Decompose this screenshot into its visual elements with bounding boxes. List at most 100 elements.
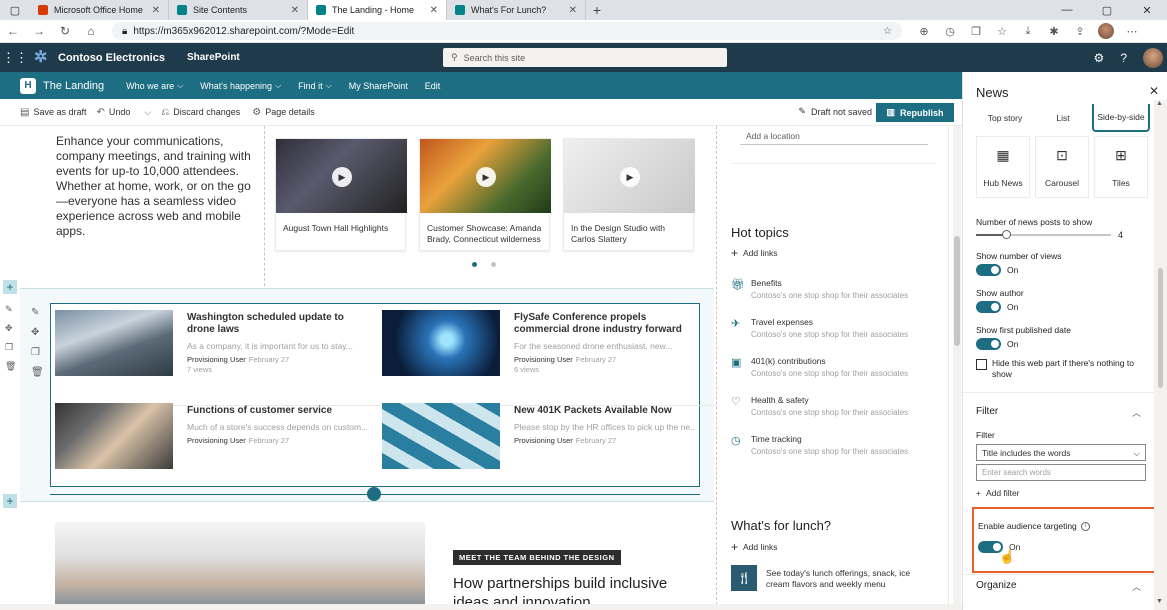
home-icon[interactable]: ⌂ [78,24,104,38]
site-title[interactable]: The Landing [43,80,104,92]
video-card[interactable]: ▶ August Town Hall Highlights [275,138,407,251]
favorite-star-icon[interactable]: ☆ [883,26,892,37]
undo-dropdown-icon[interactable]: ⌵ [144,107,151,118]
tab-actions-icon[interactable]: ▢ [0,0,30,20]
more-icon[interactable]: ⋯ [1124,25,1140,38]
nav-find-it[interactable]: Find it ⌵ [298,81,332,91]
duplicate-section-icon[interactable]: ❐ [5,342,16,353]
chevron-up-icon[interactable]: ︿ [1132,580,1141,593]
pane-scrollbar-thumb[interactable] [1158,268,1163,388]
browser-tab[interactable]: What's For Lunch? ✕ [447,0,586,20]
list-item[interactable]: ✈ Travel expenses Contoso's one stop sho… [731,315,931,354]
scroll-down-icon[interactable]: ▼ [1156,598,1163,605]
news-title[interactable]: FlySafe Conference propels commercial dr… [514,312,694,336]
nav-my-sharepoint[interactable]: My SharePoint [349,81,408,91]
edit-section-icon[interactable]: ✎ [5,304,16,315]
video-card[interactable]: ▶ In the Design Studio with Carlos Slatt… [563,138,695,251]
show-author-toggle[interactable]: On [976,301,1018,313]
canvas-scrollbar[interactable] [953,126,961,610]
news-item[interactable]: FlySafe Conference propels commercial dr… [378,304,688,376]
num-posts-slider[interactable] [976,230,1111,239]
news-webpart[interactable]: Washington scheduled update to drone law… [50,303,718,487]
discard-button[interactable]: ⎌ Discard changes [161,107,240,118]
close-icon[interactable]: ✕ [569,5,577,16]
delete-section-icon[interactable]: 🗑︎ [5,361,16,372]
list-item[interactable]: ♡ Health & safety Contoso's one stop sho… [731,393,931,432]
back-icon[interactable]: ← [0,24,26,38]
carousel-dot[interactable] [472,262,477,267]
browser-profile-avatar[interactable] [1098,23,1114,39]
play-icon[interactable]: ▶ [332,167,352,187]
play-icon[interactable]: ▶ [620,167,640,187]
collections-icon[interactable]: ⊕ [916,25,932,38]
news-item[interactable]: Washington scheduled update to drone law… [51,304,361,376]
downloads-icon[interactable]: ⤓ [1020,25,1036,38]
news-item[interactable]: New 401K Packets Available Now Please st… [378,397,694,469]
layout-tiles-option[interactable]: ⊞ Tiles [1094,136,1148,198]
slider-thumb[interactable] [1002,230,1011,239]
add-section-plus-icon[interactable]: + [3,280,17,294]
close-icon[interactable]: ✕ [430,5,438,16]
undo-button[interactable]: ↶ Undo [96,107,130,118]
carousel-dot[interactable] [491,262,496,267]
news-item[interactable]: Functions of customer service Much of a … [51,397,367,469]
news-title[interactable]: Functions of customer service [187,405,367,417]
favorites-icon[interactable]: ☆ [994,25,1010,38]
video-card[interactable]: ▶ Customer Showcase: Amanda Brady, Conne… [419,138,551,251]
url-field[interactable]: 🔒︎ https://m365x962012.sharepoint.com/?M… [112,22,902,40]
list-item[interactable]: ▣ 401(k) contributions Contoso's one sto… [731,354,931,393]
save-draft-button[interactable]: ▤ Save as draft [20,107,86,118]
minimize-icon[interactable]: — [1047,0,1087,20]
list-item[interactable]: ◷ Time tracking Contoso's one stop shop … [731,432,931,471]
app-launcher-icon[interactable]: ⋮⋮ [0,50,30,66]
lunch-add-links[interactable]: + Add links [731,540,778,554]
layout-top-story[interactable]: Top story [976,104,1034,132]
resize-handle[interactable] [367,487,381,501]
organize-section-header[interactable]: Organize [976,580,1017,591]
refresh-icon[interactable]: ↻ [52,24,78,38]
info-icon[interactable]: i [1080,521,1090,531]
nav-edit[interactable]: Edit [425,81,441,91]
chevron-up-icon[interactable]: ︿ [1132,406,1141,419]
show-views-toggle[interactable]: On [976,264,1018,276]
add-filter-button[interactable]: + Add filter [976,488,1020,498]
page-details-button[interactable]: ⚙ Page details [252,107,315,118]
layout-hub-news[interactable]: ▦ Hub News [976,136,1030,198]
share-icon[interactable]: ⇪ [1072,25,1088,38]
sharepoint-link[interactable]: SharePoint [187,52,240,63]
layout-carousel[interactable]: ⊡ Carousel [1035,136,1089,198]
layout-list[interactable]: List [1034,104,1092,132]
nav-whats-happening[interactable]: What's happening ⌵ [200,81,281,91]
browser-tab[interactable]: Site Contents ✕ [169,0,308,20]
forward-icon[interactable]: → [26,24,52,38]
close-window-icon[interactable]: ✕ [1127,0,1167,20]
toggle-switch[interactable] [976,338,1001,350]
nav-who-we-are[interactable]: Who we are ⌵ [126,81,183,91]
location-input[interactable]: Add a location [740,127,928,145]
site-logo[interactable]: H [20,77,36,94]
brand[interactable]: ✲ Contoso Electronics [34,49,165,67]
hot-topics-add-links[interactable]: + Add links [731,246,778,260]
filter-dropdown[interactable]: Title includes the words ⌵ [976,444,1146,461]
search-input[interactable]: ⚲ Search this site [443,48,727,67]
move-section-icon[interactable]: ✥ [5,323,16,334]
canvas-scrollbar-thumb[interactable] [954,236,960,346]
toggle-switch[interactable] [976,264,1001,276]
new-tab-icon[interactable]: + [586,0,608,20]
layout-side-by-side[interactable]: Side-by-side [1092,104,1150,132]
scroll-up-icon[interactable]: ▲ [1156,100,1163,107]
pencil-icon[interactable]: ✎ [31,307,44,318]
close-icon[interactable]: ✕ [152,5,160,16]
history-icon[interactable]: ◷ [942,25,958,38]
help-icon[interactable]: ? [1120,51,1127,65]
trash-icon[interactable]: 🗑︎ [31,367,44,378]
browser-tab-active[interactable]: The Landing - Home ✕ [308,0,447,20]
hide-webpart-checkbox[interactable] [976,359,987,370]
user-avatar[interactable] [1143,47,1163,68]
close-icon[interactable]: ✕ [1149,84,1159,98]
list-item[interactable]: 🎁︎ Benefits Contoso's one stop shop for … [731,276,931,315]
close-icon[interactable]: ✕ [291,5,299,16]
play-icon[interactable]: ▶ [476,167,496,187]
show-published-toggle[interactable]: On [976,338,1018,350]
news-title[interactable]: Washington scheduled update to drone law… [187,312,367,336]
